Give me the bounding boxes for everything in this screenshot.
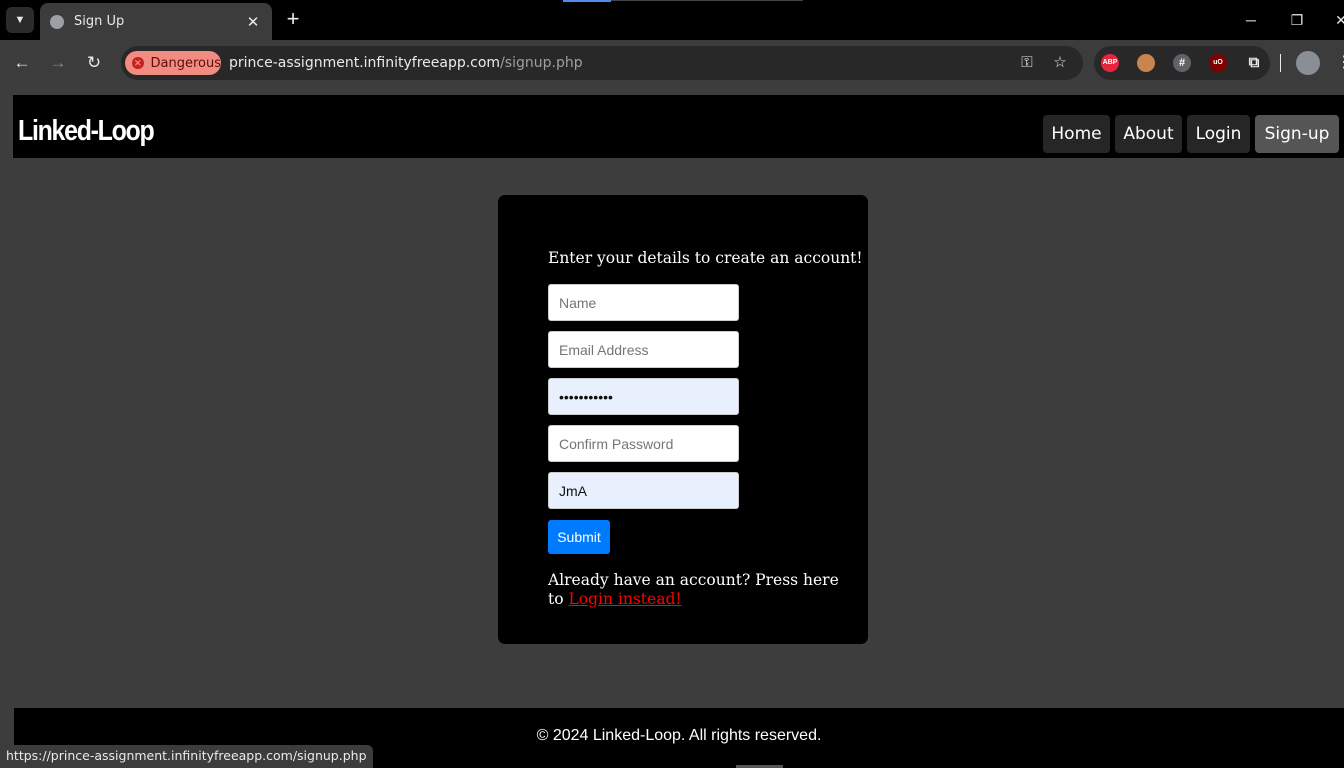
password-key-icon[interactable]: ⚿ [1018, 54, 1036, 72]
profile-avatar[interactable] [1296, 51, 1320, 75]
restore-icon[interactable]: ❐ [1287, 10, 1307, 30]
tab-indicator-track [611, 0, 803, 1]
tab-title: Sign Up [74, 14, 125, 29]
form-heading: Enter your details to create an account! [548, 249, 863, 267]
confirm-password-input[interactable] [548, 425, 739, 462]
new-tab-icon[interactable]: + [282, 8, 304, 31]
extra-input[interactable] [548, 472, 739, 509]
forward-icon[interactable]: → [47, 52, 69, 74]
url-host: prince-assignment.infinityfreeapp.com [229, 55, 501, 71]
hashtag-extension-icon[interactable]: # [1173, 54, 1191, 72]
status-bar-url: https://prince-assignment.infinityfreeap… [0, 745, 373, 768]
nav-about[interactable]: About [1115, 115, 1182, 153]
window-close-icon[interactable]: ✕ [1331, 10, 1344, 30]
reload-icon[interactable]: ↻ [83, 52, 105, 74]
site-danger-chip[interactable]: ✕ Dangerous [125, 51, 221, 75]
submit-button[interactable]: Submit [548, 520, 610, 554]
toolbar-divider [1280, 54, 1281, 72]
footer-copyright: © 2024 Linked-Loop. All rights reserved. [536, 727, 822, 744]
email-input[interactable] [548, 331, 739, 368]
danger-label: Dangerous [150, 55, 222, 71]
url-text[interactable]: prince-assignment.infinityfreeapp.com/si… [229, 55, 583, 71]
site-logo[interactable]: Linked-Loop [18, 115, 155, 148]
page-content: Linked-Loop Home About Login Sign-up Ent… [0, 86, 1344, 768]
minimize-icon[interactable]: ─ [1241, 10, 1261, 30]
danger-icon: ✕ [132, 57, 144, 69]
nav-signup[interactable]: Sign-up [1255, 115, 1339, 153]
address-bar[interactable]: ✕ Dangerous prince-assignment.infinityfr… [121, 46, 1083, 80]
nav-home[interactable]: Home [1043, 115, 1110, 153]
ublock-origin-icon[interactable]: uO [1209, 54, 1227, 72]
menu-dots-icon[interactable]: ⋮ [1336, 52, 1344, 72]
url-path: /signup.php [500, 55, 583, 71]
site-header: Linked-Loop Home About Login Sign-up [13, 95, 1344, 158]
tab-search-chevron-icon[interactable]: ▼ [6, 7, 34, 33]
tab-indicator [563, 0, 611, 2]
extensions-area: ABP # uO ⧉ [1094, 46, 1270, 80]
extensions-puzzle-icon[interactable]: ⧉ [1245, 54, 1263, 72]
tab-close-icon[interactable]: ✕ [244, 13, 262, 31]
back-icon[interactable]: ← [11, 52, 33, 74]
nav-login[interactable]: Login [1187, 115, 1250, 153]
tab-sign-up[interactable]: Sign Up ✕ [40, 3, 272, 40]
name-input[interactable] [548, 284, 739, 321]
adblock-plus-icon[interactable]: ABP [1101, 54, 1119, 72]
login-instead-link[interactable]: Login instead! [569, 590, 682, 608]
login-prompt: Already have an account? Press here to L… [548, 571, 848, 609]
signup-card: Enter your details to create an account!… [498, 195, 868, 644]
bookmark-star-icon[interactable]: ☆ [1051, 54, 1069, 72]
globe-icon [50, 14, 64, 29]
tab-strip: ▼ Sign Up ✕ + ─ ❐ ✕ [0, 0, 1344, 40]
cookie-icon[interactable] [1137, 54, 1155, 72]
browser-toolbar: ← → ↻ ✕ Dangerous prince-assignment.infi… [0, 40, 1344, 86]
password-input[interactable] [548, 378, 739, 415]
